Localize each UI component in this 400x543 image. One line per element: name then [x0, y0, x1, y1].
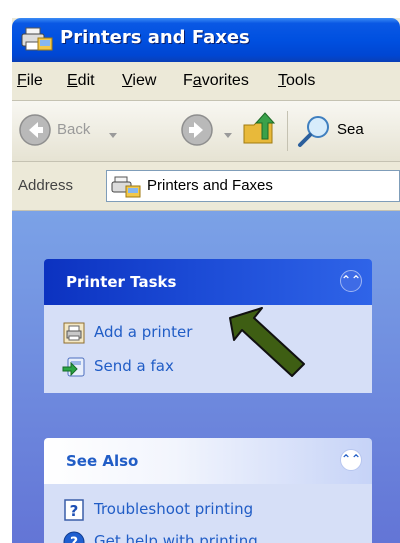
- forward-arrow-icon[interactable]: [180, 113, 214, 151]
- see-also-title: See Also: [66, 452, 139, 470]
- title-bar[interactable]: Printers and Faxes: [12, 18, 400, 62]
- task-label: Send a fax: [94, 357, 174, 375]
- menu-file[interactable]: File: [17, 72, 43, 90]
- help-document-icon: ?: [62, 498, 86, 526]
- menu-bar: File Edit View Favorites Tools: [12, 62, 400, 101]
- annotation-arrow-icon: [222, 302, 312, 388]
- collapse-chevron-icon[interactable]: ⌃⌃: [340, 270, 362, 292]
- printer-tasks-body: Add a printer Send a fax: [44, 305, 372, 393]
- menu-edit[interactable]: Edit: [67, 72, 95, 90]
- printer-tasks-title: Printer Tasks: [66, 273, 177, 291]
- forward-dropdown-chevron-icon[interactable]: [223, 125, 233, 144]
- address-value: Printers and Faxes: [147, 177, 273, 194]
- window-title: Printers and Faxes: [60, 27, 250, 48]
- menu-favorites[interactable]: Favorites: [183, 72, 249, 90]
- task-pane: Printer Tasks ⌃⌃ Add a printer Send a fa…: [12, 211, 400, 543]
- address-field[interactable]: Printers and Faxes: [106, 170, 400, 202]
- printers-folder-icon: [111, 175, 143, 203]
- collapse-chevron-icon[interactable]: ⌃⌃: [340, 449, 362, 471]
- menu-view[interactable]: View: [122, 72, 156, 90]
- printer-tasks-panel: Printer Tasks ⌃⌃ Add a printer Send a fa…: [44, 259, 372, 393]
- up-folder-icon[interactable]: [240, 109, 280, 153]
- address-bar: Address Printers and Faxes: [12, 162, 400, 211]
- explorer-window: Printers and Faxes File Edit View Favori…: [12, 18, 400, 543]
- printers-folder-icon: [20, 24, 56, 58]
- back-dropdown-chevron-icon[interactable]: [108, 125, 118, 144]
- search-button-label[interactable]: Sea: [337, 121, 364, 138]
- help-circle-icon: ?: [62, 530, 86, 543]
- see-also-body: ? Troubleshoot printing ? Get help with …: [44, 484, 372, 543]
- address-label: Address: [18, 177, 74, 194]
- svg-text:?: ?: [70, 535, 78, 543]
- back-button-label[interactable]: Back: [57, 121, 90, 138]
- see-also-panel: See Also ⌃⌃ ? Troubleshoot printing ? Ge…: [44, 438, 372, 543]
- svg-text:?: ?: [70, 502, 79, 520]
- search-magnifier-icon[interactable]: [296, 113, 334, 153]
- see-also-header[interactable]: See Also ⌃⌃: [44, 438, 372, 484]
- printer-tasks-header[interactable]: Printer Tasks ⌃⌃: [44, 259, 372, 305]
- task-label: Add a printer: [94, 323, 193, 341]
- menu-tools[interactable]: Tools: [278, 72, 315, 90]
- task-label: Get help with printing: [94, 532, 258, 543]
- send-fax-icon: [62, 355, 88, 383]
- toolbar-separator: [287, 111, 288, 151]
- add-printer-icon: [62, 321, 86, 349]
- standard-toolbar: Back Sea: [12, 101, 400, 162]
- task-label: Troubleshoot printing: [94, 500, 254, 518]
- back-arrow-icon[interactable]: [18, 113, 52, 151]
